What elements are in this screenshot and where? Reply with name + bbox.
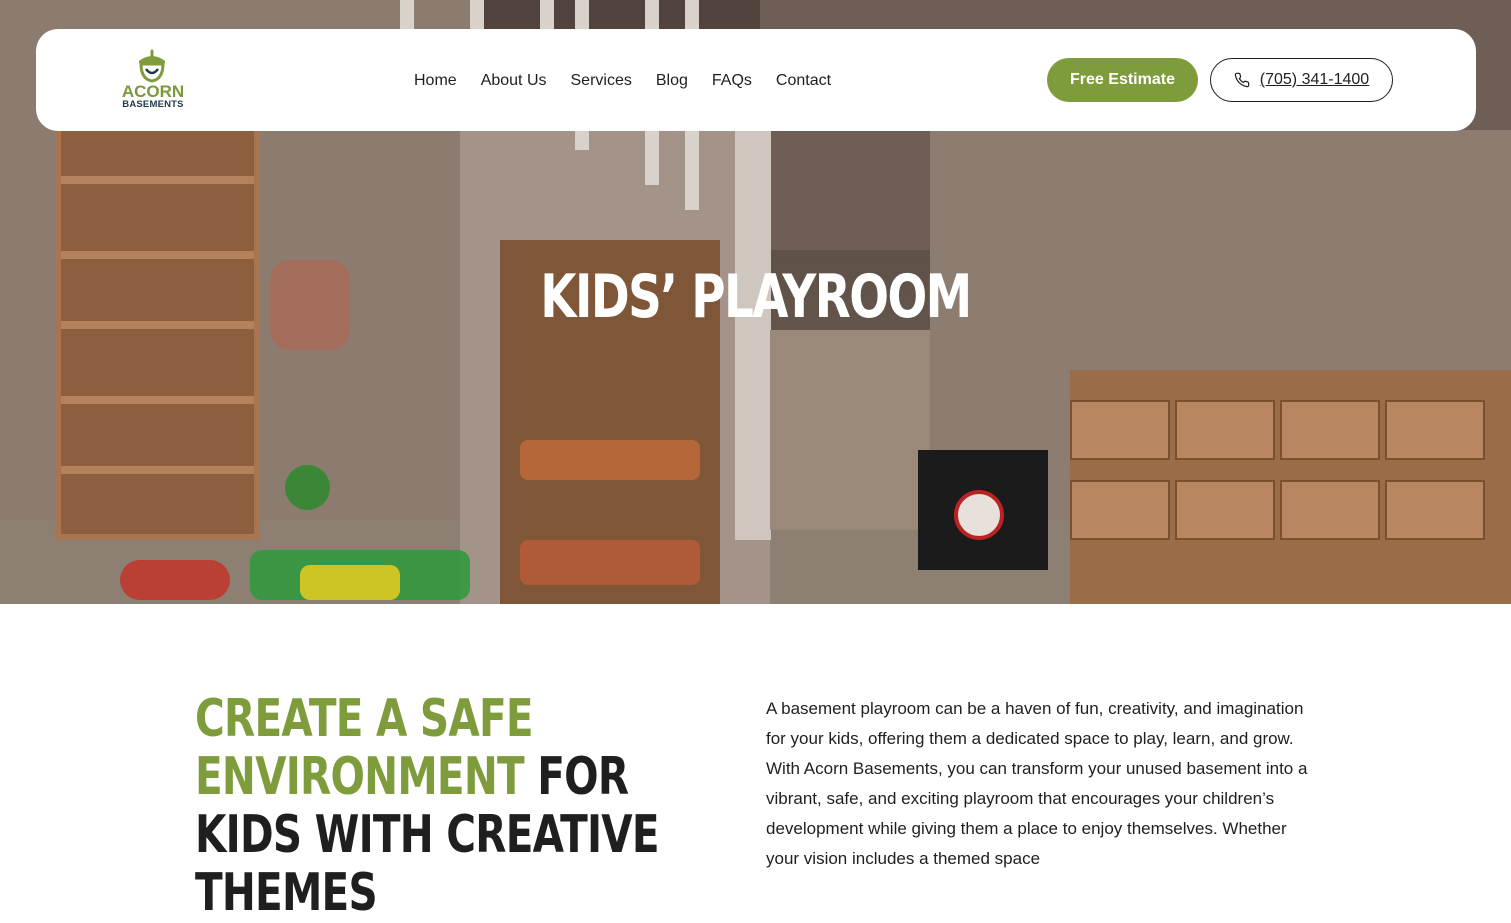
acorn-icon xyxy=(139,49,165,83)
page-title: Kids’ Playroom xyxy=(540,262,972,332)
hero-photo-toy-bins xyxy=(1070,370,1511,604)
hero-photo-toy-chest xyxy=(918,450,1048,570)
intro-heading: Create a Safe Environment for Kids with … xyxy=(195,690,725,922)
nav-blog[interactable]: Blog xyxy=(656,70,688,92)
phone-number: (705) 341-1400 xyxy=(1259,71,1370,88)
nav-services[interactable]: Services xyxy=(571,70,632,92)
nav-home[interactable]: Home xyxy=(414,70,457,92)
intro-heading-highlight: Create a Safe Environment xyxy=(195,689,534,807)
logo-word-basements: BASEMENTS xyxy=(122,99,184,110)
nav-faqs[interactable]: FAQs xyxy=(712,70,752,92)
free-estimate-button[interactable]: Free Estimate xyxy=(1047,58,1198,102)
intro-body: A basement playroom can be a haven of fu… xyxy=(766,699,1308,868)
nav-contact[interactable]: Contact xyxy=(776,70,831,92)
site-logo[interactable]: ACORN BASEMENTS xyxy=(118,47,188,113)
hero-photo-steps xyxy=(770,330,930,530)
main-nav: Home About Us Services Blog FAQs Contact xyxy=(414,70,831,92)
logo-word-acorn: ACORN xyxy=(121,82,185,101)
phone-icon xyxy=(1234,72,1250,88)
phone-button[interactable]: (705) 341-1400 xyxy=(1210,58,1393,102)
site-header: ACORN BASEMENTS Home About Us Services B… xyxy=(36,29,1476,131)
nav-about-us[interactable]: About Us xyxy=(481,70,547,92)
